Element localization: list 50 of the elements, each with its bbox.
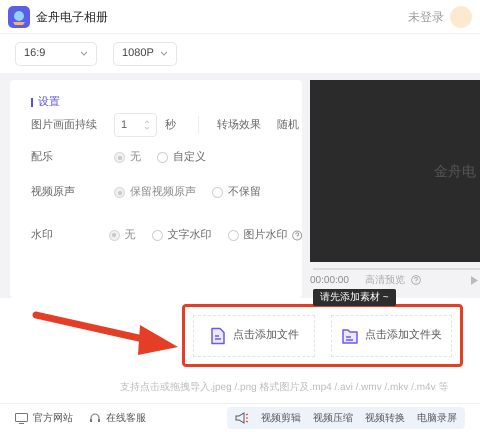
option-label[interactable]: 无 (124, 226, 136, 244)
megaphone-icon (235, 412, 249, 424)
option-label[interactable]: 无 (130, 149, 141, 166)
radio-button[interactable] (108, 230, 120, 240)
headset-icon (89, 412, 101, 424)
radio-button[interactable] (114, 152, 125, 163)
app-title: 金舟电子相册 (36, 8, 108, 26)
add-button[interactable]: 点击添加文件夹 (330, 314, 452, 356)
option-label[interactable]: 自定义 (173, 149, 206, 166)
play-icon[interactable] (471, 276, 478, 284)
help-icon[interactable] (410, 275, 421, 285)
radio-button[interactable] (152, 230, 163, 240)
tool-link[interactable]: 视频压缩 (313, 410, 353, 426)
chevron-down-icon (80, 51, 88, 56)
app-logo-icon (8, 6, 30, 28)
tool-link[interactable]: 视频剪辑 (261, 410, 301, 426)
tool-link[interactable]: 电脑录屏 (417, 410, 457, 426)
field-label: 图片画面持续 (31, 118, 98, 133)
help-icon[interactable] (292, 230, 302, 240)
transition-value[interactable]: 随机 (277, 116, 299, 134)
folder-icon (340, 326, 359, 344)
radio-button[interactable] (114, 187, 125, 198)
option-label[interactable]: 保留视频原声 (130, 184, 196, 201)
footer-link[interactable]: 官方网站 (33, 410, 73, 426)
field-label: 配乐 (31, 150, 54, 166)
spinner-icon (144, 119, 150, 131)
option-label[interactable]: 文字水印 (168, 226, 212, 244)
tool-link[interactable]: 视频转换 (365, 410, 405, 426)
dropdown[interactable]: 1080P (113, 42, 177, 66)
monitor-icon (15, 412, 28, 424)
radio-button[interactable] (212, 187, 223, 198)
radio-button[interactable] (157, 152, 168, 163)
dropdown[interactable]: 16:9 (15, 42, 97, 66)
add-button[interactable]: 点击添加文件 (193, 314, 314, 356)
number-field[interactable]: 1 (114, 113, 157, 137)
field-label: 转场效果 (217, 118, 261, 133)
footer-link[interactable]: 在线客服 (106, 410, 146, 426)
time-label: 00:00:00 (310, 274, 349, 288)
chevron-down-icon (160, 51, 168, 56)
option-label[interactable]: 不保留 (228, 184, 261, 201)
section-title: 设置 (38, 94, 60, 110)
field-label: 视频原声 (31, 185, 76, 200)
radio-button[interactable] (228, 230, 239, 240)
unit-label: 秒 (165, 118, 176, 133)
avatar[interactable] (450, 6, 472, 28)
field-label: 水印 (31, 228, 54, 243)
option-label[interactable]: 图片水印 (244, 226, 288, 244)
tooltip: 请先添加素材 ~ (313, 289, 396, 306)
import-hint: 支持点击或拖拽导入.jpeg /.png 格式图片及.mp4 /.avi /.wmv /.mkv /.m4v 等 (120, 382, 448, 393)
document-icon (208, 326, 227, 344)
